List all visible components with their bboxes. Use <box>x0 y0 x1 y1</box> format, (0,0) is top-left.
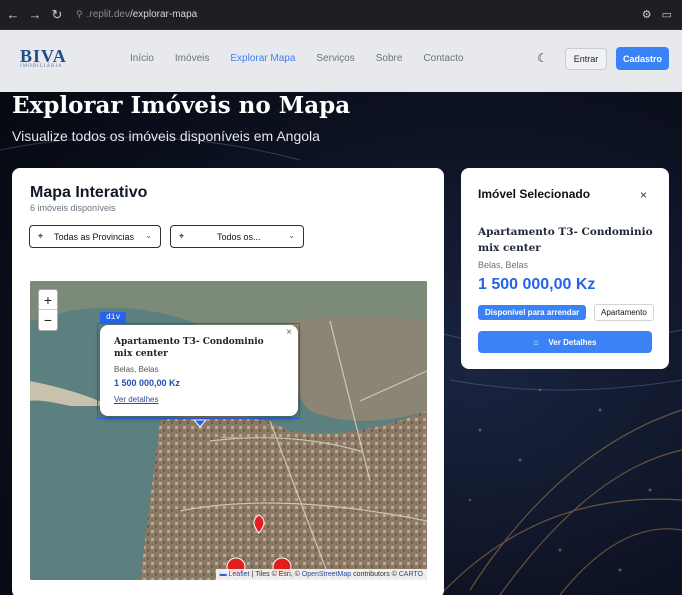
map-popup: Apartamento T3- Condominio mix center Be… <box>100 325 298 416</box>
popup-close-button[interactable]: × <box>286 327 292 338</box>
attribution-contrib: contributors © <box>351 571 399 578</box>
logo[interactable]: BIVA IMOBILIÁRIA <box>20 46 67 69</box>
leaflet-link[interactable]: Leaflet <box>229 571 250 578</box>
browser-toolbar: ← → ↻ ⚲ .replit.dev/explorar-mapa ⚙ ▭ <box>0 0 682 30</box>
popup-price: 1 500 000,00 Kz <box>114 378 181 388</box>
type-select-value: Todos os... <box>217 231 261 242</box>
chevron-down-icon: ⌄ <box>288 231 295 240</box>
property-count: 6 imóveis disponíveis <box>30 203 116 213</box>
flag-icon: ▬ <box>219 571 227 578</box>
extensions-icon[interactable]: ⚙ <box>642 8 652 21</box>
sidebar-icon[interactable]: ▭ <box>662 8 672 21</box>
main-nav: Início Imóveis Explorar Mapa Serviços So… <box>130 53 463 64</box>
interactive-map[interactable]: ——— + − div Apartamento T3- Condominio m… <box>30 281 427 580</box>
nav-servicos[interactable]: Serviços <box>316 53 354 64</box>
address-bar[interactable]: ⚲ .replit.dev/explorar-mapa <box>76 9 197 20</box>
carto-link[interactable]: CARTO <box>399 571 423 578</box>
back-icon[interactable]: ← <box>4 7 22 22</box>
type-select[interactable]: ⌖ Todos os... ⌄ <box>170 225 304 248</box>
map-road-label: ——— <box>220 435 238 441</box>
selected-property-location: Belas, Belas <box>478 260 529 270</box>
view-details-label: Ver Detalhes <box>548 337 597 347</box>
map-card-title: Mapa Interativo <box>30 184 148 201</box>
logo-subtitle: IMOBILIÁRIA <box>20 64 63 69</box>
map-pin-icon: ⌖ <box>179 231 185 241</box>
site-info-icon[interactable]: ⚲ <box>76 9 83 20</box>
reload-icon[interactable]: ↻ <box>48 7 66 23</box>
selected-heading: Imóvel Selecionado <box>478 187 591 201</box>
inspector-tag: div <box>100 312 127 324</box>
login-button[interactable]: Entrar <box>565 48 607 70</box>
page-subtitle: Visualize todos os imóveis disponíveis e… <box>12 128 320 144</box>
forward-icon[interactable]: → <box>26 7 44 22</box>
url-domain: .replit.dev <box>86 9 130 20</box>
page-title: Explorar Imóveis no Mapa <box>12 92 351 119</box>
map-pin-icon: ⌖ <box>38 231 44 241</box>
selected-property-price: 1 500 000,00 Kz <box>478 276 596 293</box>
popup-location: Belas, Belas <box>114 365 159 374</box>
page: BIVA IMOBILIÁRIA Início Imóveis Explorar… <box>0 30 682 595</box>
selected-property-card: Imóvel Selecionado × Apartamento T3- Con… <box>461 168 669 369</box>
close-icon[interactable]: × <box>640 188 647 202</box>
view-details-button[interactable]: ⌂ Ver Detalhes <box>478 331 652 353</box>
dark-mode-moon-icon[interactable]: ☾ <box>537 51 548 65</box>
nav-explorar-mapa[interactable]: Explorar Mapa <box>230 53 295 64</box>
map-attribution: ▬ Leaflet | Tiles © Esri, © OpenStreetMa… <box>215 569 427 580</box>
home-icon: ⌂ <box>533 337 539 347</box>
url-path: /explorar-mapa <box>129 9 198 20</box>
nav-contacto[interactable]: Contacto <box>423 53 463 64</box>
zoom-out-button[interactable]: − <box>39 310 57 330</box>
type-badge: Apartamento <box>594 304 654 321</box>
province-select[interactable]: ⌖ Todas as Provincias ⌄ <box>29 225 161 248</box>
logo-text: BIVA <box>20 46 67 66</box>
zoom-in-button[interactable]: + <box>39 290 57 310</box>
nav-sobre[interactable]: Sobre <box>376 53 403 64</box>
chevron-down-icon: ⌄ <box>145 231 152 240</box>
selected-property-name: Apartamento T3- Condominio mix center <box>478 226 653 254</box>
nav-inicio[interactable]: Início <box>130 53 154 64</box>
signup-button[interactable]: Cadastro <box>616 47 669 70</box>
province-select-value: Todas as Provincias <box>54 231 135 242</box>
popup-title: Apartamento T3- Condominio mix center <box>114 337 264 359</box>
osm-link[interactable]: OpenStreetMap <box>302 571 351 578</box>
map-card: Mapa Interativo 6 imóveis disponíveis ⌖ … <box>12 168 444 595</box>
site-header: BIVA IMOBILIÁRIA Início Imóveis Explorar… <box>0 30 682 92</box>
nav-imoveis[interactable]: Imóveis <box>175 53 209 64</box>
popup-details-link[interactable]: Ver detalhes <box>114 395 158 404</box>
attribution-tiles: | Tiles © Esri, © <box>249 571 302 578</box>
status-badge: Disponível para arrendar <box>478 305 587 320</box>
zoom-control: + − <box>38 289 58 331</box>
